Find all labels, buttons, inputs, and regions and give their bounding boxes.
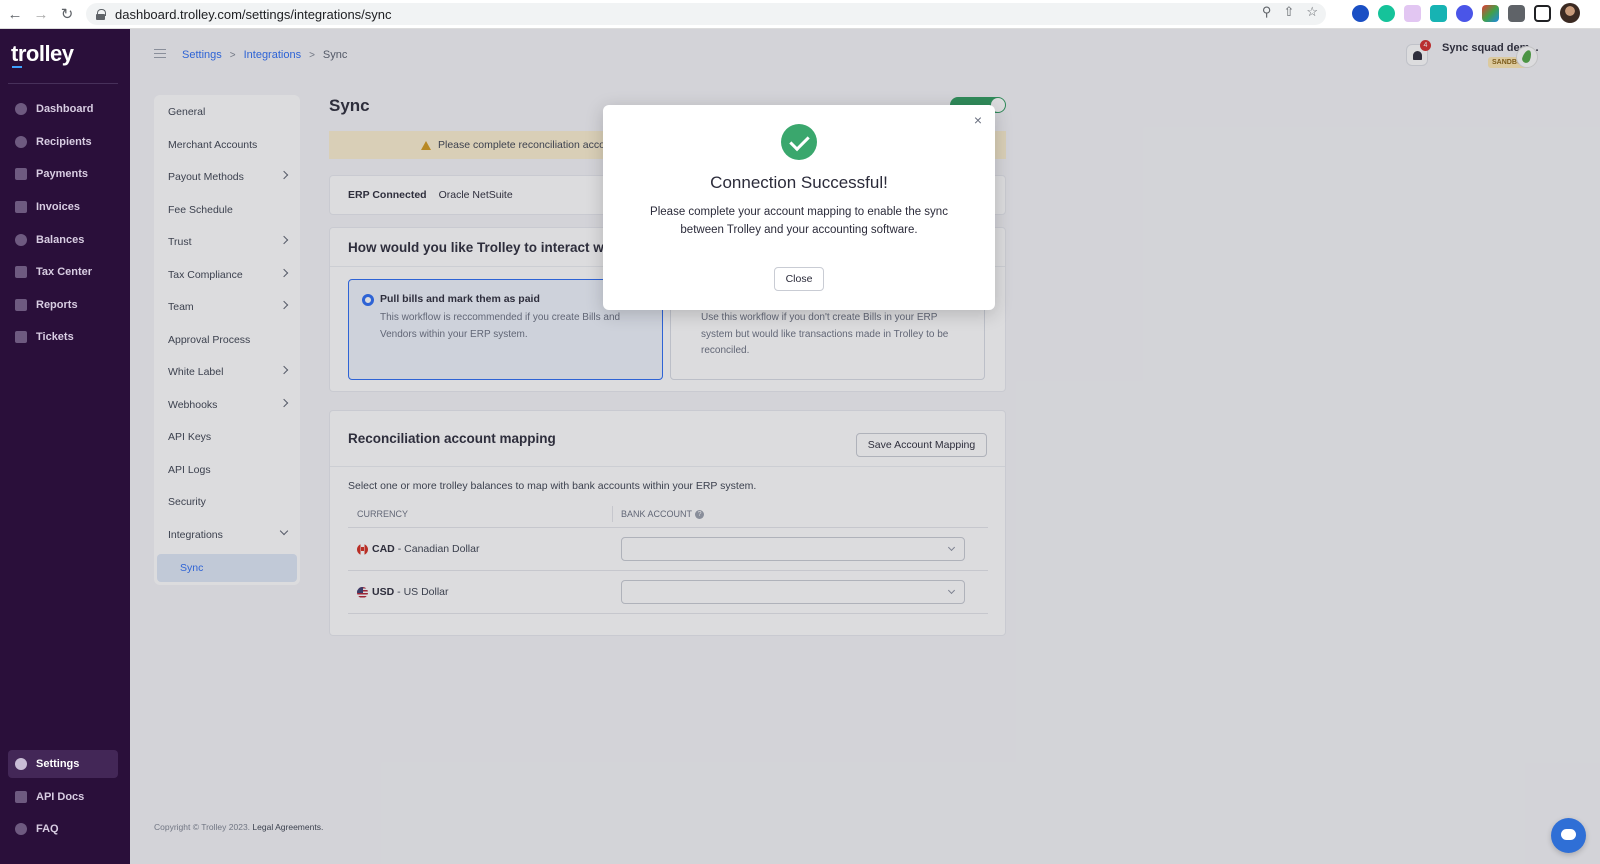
sidebar-item-invoices[interactable]: Invoices xyxy=(8,193,118,221)
cloud-extension-icon[interactable] xyxy=(1404,4,1421,22)
url-text: dashboard.trolley.com/settings/integrati… xyxy=(115,6,392,22)
grammarly-extension-icon[interactable] xyxy=(1378,4,1395,22)
forward-arrow-icon[interactable]: → xyxy=(30,3,52,25)
sidebar-item-label: Tax Center xyxy=(36,266,93,278)
reload-icon[interactable]: ↻ xyxy=(56,3,78,25)
sidebar-item-label: Dashboard xyxy=(36,103,94,115)
sidebar-item-faq[interactable]: FAQ xyxy=(8,815,118,843)
sidebar-item-label: Settings xyxy=(36,758,80,770)
tax-center-icon xyxy=(15,266,27,278)
sidebar-divider xyxy=(8,83,118,84)
faq-icon xyxy=(15,823,27,835)
puzzle-extensions-icon[interactable] xyxy=(1508,4,1525,22)
logo-underline xyxy=(12,66,22,68)
balances-icon xyxy=(15,234,27,246)
trolley-logo[interactable]: trolley xyxy=(11,41,74,67)
sidebar-item-recipients[interactable]: Recipients xyxy=(8,128,118,156)
sidebar-item-api-docs[interactable]: API Docs xyxy=(8,783,118,811)
modal-title: Connection Successful! xyxy=(710,173,888,192)
success-check-icon xyxy=(781,124,817,160)
sidebar-item-balances[interactable]: Balances xyxy=(8,226,118,254)
bookmark-star-icon[interactable]: ☆ xyxy=(1306,4,1318,20)
folder-extension-icon[interactable] xyxy=(1430,4,1447,22)
sidebar-item-payments[interactable]: Payments xyxy=(8,160,118,188)
sidebar: trolley Dashboard Recipients Payments In… xyxy=(0,29,130,864)
connection-success-modal: × Connection Successful! Please complete… xyxy=(603,105,995,310)
reports-icon xyxy=(15,299,27,311)
share-icon[interactable]: ⇧ xyxy=(1283,4,1294,20)
invoices-icon xyxy=(15,201,27,213)
address-bar[interactable]: dashboard.trolley.com/settings/integrati… xyxy=(86,3,1326,25)
api-docs-icon xyxy=(15,791,27,803)
sidebar-item-reports[interactable]: Reports xyxy=(8,291,118,319)
modal-message: Please complete your account mapping to … xyxy=(650,206,948,236)
sidebar-item-dashboard[interactable]: Dashboard xyxy=(8,95,118,123)
sidebar-item-label: Tickets xyxy=(36,331,74,343)
password-manager-extension-icon[interactable] xyxy=(1352,4,1369,22)
gear-extension-icon[interactable] xyxy=(1456,4,1473,22)
zoom-icon[interactable]: ⚲ xyxy=(1262,4,1272,20)
close-icon[interactable]: × xyxy=(971,113,985,127)
recipients-icon xyxy=(15,136,27,148)
sidebar-item-label: Balances xyxy=(36,234,85,246)
browser-profile-avatar[interactable] xyxy=(1560,3,1580,23)
sidebar-item-tickets[interactable]: Tickets xyxy=(8,323,118,351)
sidebar-item-label: Reports xyxy=(36,299,78,311)
lock-icon xyxy=(96,9,106,20)
sidebar-panel-icon[interactable] xyxy=(1534,4,1551,22)
sidebar-item-label: Payments xyxy=(36,168,88,180)
sidebar-item-tax-center[interactable]: Tax Center xyxy=(8,258,118,286)
sidebar-item-settings[interactable]: Settings xyxy=(8,750,118,778)
gear-icon xyxy=(15,758,27,770)
chat-support-icon[interactable] xyxy=(1551,818,1586,853)
sidebar-item-label: Recipients xyxy=(36,136,92,148)
tickets-icon xyxy=(15,331,27,343)
browser-toolbar: ← → ↻ dashboard.trolley.com/settings/int… xyxy=(0,0,1600,29)
back-arrow-icon[interactable]: ← xyxy=(4,3,26,25)
extensions-bar xyxy=(1352,3,1580,23)
payments-icon xyxy=(15,168,27,180)
close-button[interactable]: Close xyxy=(774,267,824,291)
colorful-extension-icon[interactable] xyxy=(1482,4,1499,22)
sidebar-item-label: Invoices xyxy=(36,201,81,213)
sidebar-item-label: API Docs xyxy=(36,791,85,803)
address-bar-actions: ⚲ ⇧ ☆ xyxy=(1262,4,1318,20)
sidebar-item-label: FAQ xyxy=(36,823,59,835)
dashboard-icon xyxy=(15,103,27,115)
